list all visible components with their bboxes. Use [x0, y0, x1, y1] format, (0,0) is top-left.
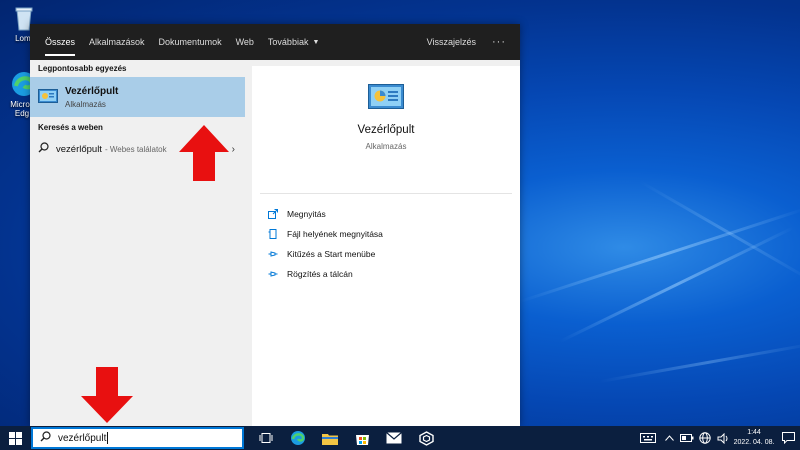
app-icon[interactable] — [410, 426, 442, 450]
text-cursor — [107, 432, 109, 444]
web-search-heading: Keresés a weben — [38, 122, 103, 132]
search-tabs-bar: Összes Alkalmazások Dokumentumok Web Tov… — [30, 24, 520, 60]
action-open[interactable]: Megnyitás — [268, 204, 520, 224]
chevron-right-icon[interactable]: › — [232, 144, 235, 155]
action-pin-to-taskbar[interactable]: Rögzítés a tálcán — [268, 264, 520, 284]
best-match-result[interactable]: Vezérlőpult Alkalmazás — [30, 77, 245, 117]
preview-actions: Megnyitás Fájl helyének megnyitása Kitűz… — [252, 194, 520, 284]
search-icon — [40, 431, 51, 445]
preview-subtitle: Alkalmazás — [365, 142, 407, 151]
wallpaper-streak — [519, 207, 800, 303]
action-pin-to-taskbar-label: Rögzítés a tálcán — [287, 269, 353, 279]
pin-taskbar-icon — [268, 269, 278, 279]
tab-documents[interactable]: Dokumentumok — [152, 24, 229, 60]
file-location-icon — [268, 229, 278, 239]
clock-time: 1:44 — [747, 429, 761, 436]
web-search-hint: - Webes találatok — [104, 144, 167, 154]
battery-icon[interactable] — [678, 426, 696, 450]
annotation-arrow-up — [179, 125, 229, 181]
tab-web[interactable]: Web — [229, 24, 261, 60]
action-open-file-location-label: Fájl helyének megnyitása — [287, 229, 383, 239]
action-open-label: Megnyitás — [287, 209, 326, 219]
preview-title: Vezérlőpult — [357, 124, 415, 136]
clock-date: 2022. 04. 08. — [733, 439, 775, 446]
tab-all[interactable]: Összes — [38, 24, 82, 60]
caret-down-icon: ▼ — [312, 38, 320, 46]
wallpaper-streak — [559, 226, 795, 343]
control-panel-icon — [38, 89, 58, 105]
best-match-subtitle: Alkalmazás — [65, 99, 106, 109]
store-icon[interactable] — [346, 426, 378, 450]
pinned-apps — [250, 426, 442, 450]
annotation-arrow-down — [81, 367, 133, 423]
pin-icon — [268, 249, 278, 259]
preview-header: Vezérlőpult Alkalmazás — [260, 84, 512, 194]
clock[interactable]: 1:44 2022. 04. 08. — [732, 428, 776, 448]
wallpaper-streak — [639, 180, 800, 283]
web-search-query: vezérlőpult — [56, 143, 102, 155]
preview-pane: Vezérlőpult Alkalmazás Megnyitás Fájl he… — [252, 66, 520, 426]
taskbar: vezérlőpult 1:44 2022. 04. 08. — [0, 426, 800, 450]
wallpaper-streak — [599, 341, 800, 383]
edge-icon[interactable] — [282, 426, 314, 450]
network-globe-icon[interactable] — [696, 426, 714, 450]
results-list: Legpontosabb egyezés Vezérlőpult Alkalma… — [30, 60, 245, 426]
action-open-file-location[interactable]: Fájl helyének megnyitása — [268, 224, 520, 244]
notification-icon[interactable] — [776, 426, 800, 450]
action-pin-to-start[interactable]: Kitűzés a Start menübe — [268, 244, 520, 264]
open-icon — [268, 209, 278, 219]
chevron-up-icon[interactable] — [660, 426, 678, 450]
system-tray: 1:44 2022. 04. 08. — [636, 426, 800, 450]
keyboard-icon[interactable] — [636, 426, 660, 450]
control-panel-icon — [368, 84, 404, 112]
volume-icon[interactable] — [714, 426, 732, 450]
start-button[interactable] — [0, 426, 30, 450]
feedback-link[interactable]: Visszajelzés — [417, 37, 486, 47]
best-match-heading: Legpontosabb egyezés — [38, 63, 127, 73]
mail-icon[interactable] — [378, 426, 410, 450]
more-options-icon[interactable]: ··· — [486, 36, 512, 48]
search-icon — [38, 142, 49, 156]
search-value: vezérlőpult — [58, 432, 107, 444]
task-view-icon[interactable] — [250, 426, 282, 450]
best-match-title: Vezérlőpult — [65, 85, 119, 97]
tab-apps[interactable]: Alkalmazások — [82, 24, 152, 60]
windows-logo-icon — [8, 431, 22, 445]
tab-more[interactable]: Továbbiak ▼ — [261, 24, 326, 60]
taskbar-search-input[interactable]: vezérlőpult — [31, 427, 244, 449]
file-explorer-icon[interactable] — [314, 426, 346, 450]
action-pin-to-start-label: Kitűzés a Start menübe — [287, 249, 376, 259]
